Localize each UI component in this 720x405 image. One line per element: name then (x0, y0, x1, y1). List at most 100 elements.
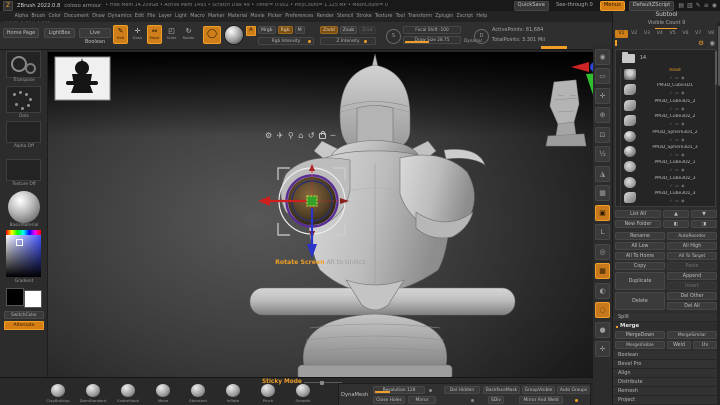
subtool-section-row[interactable]: Bevel Pro (613, 360, 719, 369)
merge-section-header[interactable]: Merge (613, 322, 719, 331)
merge-visible-button[interactable]: MergeVisible (615, 341, 665, 349)
right-shelf-icon[interactable]: ⊕ (595, 107, 610, 123)
alternate-button[interactable]: Alternate (4, 321, 44, 330)
quicksave-button[interactable]: QuickSave (513, 0, 549, 11)
anchor-badge[interactable]: A (246, 26, 256, 36)
brush-slot[interactable]: Smooth (289, 384, 317, 403)
transpose-brush-thumbnail[interactable] (6, 51, 41, 78)
menu-item[interactable]: Layer (157, 14, 174, 19)
weld-button[interactable]: Weld (667, 341, 691, 349)
gizmo-settings-icon[interactable]: ⚙ (265, 131, 272, 140)
sdiv-button[interactable]: SDiv (488, 396, 504, 404)
subtool-item[interactable]: head ✓ ▭ ◉ (620, 67, 715, 83)
sculpt-mode-button[interactable]: Zsub (339, 26, 358, 34)
home-page-button[interactable]: Home Page (3, 28, 39, 38)
stroke-type-thumbnail[interactable] (6, 86, 41, 113)
menu-item[interactable]: Zscript (455, 14, 475, 19)
resolution-slider[interactable]: Resolution 128 (373, 386, 425, 394)
right-shelf-icon[interactable]: ⊡ (595, 126, 610, 143)
menu-item[interactable]: Material (226, 14, 249, 19)
rgb-intensity-slider[interactable]: Rgb Intensity (258, 37, 314, 45)
menu-item[interactable]: Edit (133, 14, 145, 19)
all-to-target-button[interactable]: All To Target (667, 252, 717, 260)
tool-button[interactable]: ✎ Edit (113, 25, 128, 44)
main-color-swatch[interactable] (6, 288, 24, 306)
menu-item[interactable]: Tool (394, 14, 407, 19)
close-holes-button[interactable]: Close Holes (373, 396, 405, 404)
texture-thumbnail[interactable] (6, 159, 41, 181)
brush-slot[interactable]: Inflate (219, 384, 247, 403)
subtool-view-tab[interactable]: V4 (653, 30, 666, 38)
color-picker-square[interactable] (6, 235, 41, 277)
rename-button[interactable]: Rename (615, 232, 665, 240)
subtool-item[interactable]: PM3D_Cube3D1 ✓ ▭ ◉ (620, 82, 715, 98)
right-shelf-icon[interactable]: ▦ (595, 185, 610, 201)
resolution-dot[interactable] (429, 388, 432, 392)
subtool-view-tab[interactable]: V5 (666, 30, 679, 38)
switch-color-button[interactable]: SwitchColor (4, 311, 44, 319)
subtool-section-row[interactable]: Remesh (613, 387, 719, 396)
all-to-home-button[interactable]: All To Home (615, 252, 665, 260)
gizmo-home-icon[interactable]: ⌂ (298, 131, 303, 140)
del-other-button[interactable]: Del Other (667, 292, 717, 300)
right-shelf-icon[interactable]: ✛ (595, 341, 610, 357)
brush-slot[interactable]: ClayBuildup (44, 384, 72, 403)
autoreorder-button[interactable]: AutoReorder (667, 232, 717, 240)
row2-orange-dot[interactable] (575, 398, 578, 402)
titlebar-icon[interactable]: ▥ (687, 2, 693, 10)
subtool-item[interactable]: PM3D_Sphere3D1_2 ✓ ▭ ◉ (620, 128, 715, 144)
right-shelf-icon[interactable]: ▣ (595, 204, 610, 221)
subtool-item[interactable]: PM3D_Cube3D2_1 ✓ ▭ ◉ (620, 159, 715, 175)
current-material-sphere[interactable] (224, 25, 244, 45)
subtool-gear-icon[interactable]: ⚙ (698, 39, 704, 47)
menu-item[interactable]: Help (475, 14, 489, 19)
menu-item[interactable]: File (146, 14, 157, 19)
titlebar-icon[interactable]: ▤ (678, 2, 684, 10)
delete-button[interactable]: Delete (615, 292, 665, 310)
menu-item[interactable]: Render (315, 14, 335, 19)
subtool-section-row[interactable]: Boolean (613, 351, 719, 360)
gizmo-locator-icon[interactable]: ⚲ (288, 131, 294, 140)
gizmo3d-toggle[interactable]: ◯ (203, 26, 221, 44)
subtool-section-row[interactable]: Distribute (613, 378, 719, 387)
mirror-button[interactable]: Mirror (408, 396, 436, 404)
tool-button[interactable]: ⇔ Move (147, 25, 162, 44)
subtool-section-row[interactable]: Project (613, 396, 719, 405)
subtool-view-tab[interactable]: V1 (615, 30, 628, 38)
uv-button[interactable]: Uv (693, 341, 717, 349)
mirror-and-weld-button[interactable]: Mirror And Weld (519, 396, 563, 404)
all-low-button[interactable]: All Low (615, 242, 665, 250)
menu-item[interactable]: Texture (373, 14, 394, 19)
subtool-item[interactable]: PM3D_Cube3D1_2 ✓ ▭ ◉ (620, 97, 715, 114)
right-shelf-icon[interactable]: ◐ (595, 282, 610, 299)
titlebar-icon[interactable]: ≡ (704, 2, 709, 10)
folder-down-button[interactable]: ◨ (691, 220, 717, 228)
subtool-view-tab[interactable]: V8 (705, 30, 718, 38)
sculpt-mode-button[interactable]: Zcut (359, 26, 376, 34)
all-high-button[interactable]: All High (667, 242, 717, 250)
tool-button[interactable]: ◰ Scale (164, 25, 179, 44)
brush-row-slider[interactable] (304, 380, 342, 385)
subtool-item[interactable]: PM3D_Sphere3D1_3 ✓ ▭ ◉ (620, 143, 715, 160)
copy-button[interactable]: Copy (615, 262, 665, 270)
duplicate-button[interactable]: Duplicate (615, 272, 665, 290)
gizmo-reset-icon[interactable]: ↺ (308, 131, 315, 140)
brush-slot[interactable]: Pinch (254, 384, 282, 403)
draw-size-slider[interactable]: Draw Size 28.75 (403, 36, 461, 44)
focal-shift-slider[interactable]: Focal Shift -100 (403, 26, 461, 34)
lightbox-button[interactable]: LightBox (44, 28, 75, 38)
shelf-scroll-indicator[interactable] (541, 46, 567, 49)
menu-item[interactable]: Brush (30, 14, 47, 19)
menu-item[interactable]: Zplugin (434, 14, 455, 19)
subtool-view-tab[interactable]: V2 (628, 30, 641, 38)
merge-down-button[interactable]: MergeDown (615, 331, 665, 339)
right-shelf-icon[interactable]: ◉ (595, 48, 610, 65)
menu-item[interactable]: Draw (91, 14, 107, 19)
gizmo-pin-icon[interactable]: ✈ (277, 131, 284, 140)
right-shelf-icon[interactable]: L (595, 224, 610, 240)
paint-mode-button[interactable]: Mrgb (258, 26, 276, 34)
subtool-view-tab[interactable]: V6 (679, 30, 692, 38)
brush-slot[interactable]: DamStandard (79, 384, 107, 403)
paint-mode-button[interactable]: Rgb (277, 26, 293, 34)
groupvisible-button[interactable]: GroupVisible (522, 386, 555, 394)
